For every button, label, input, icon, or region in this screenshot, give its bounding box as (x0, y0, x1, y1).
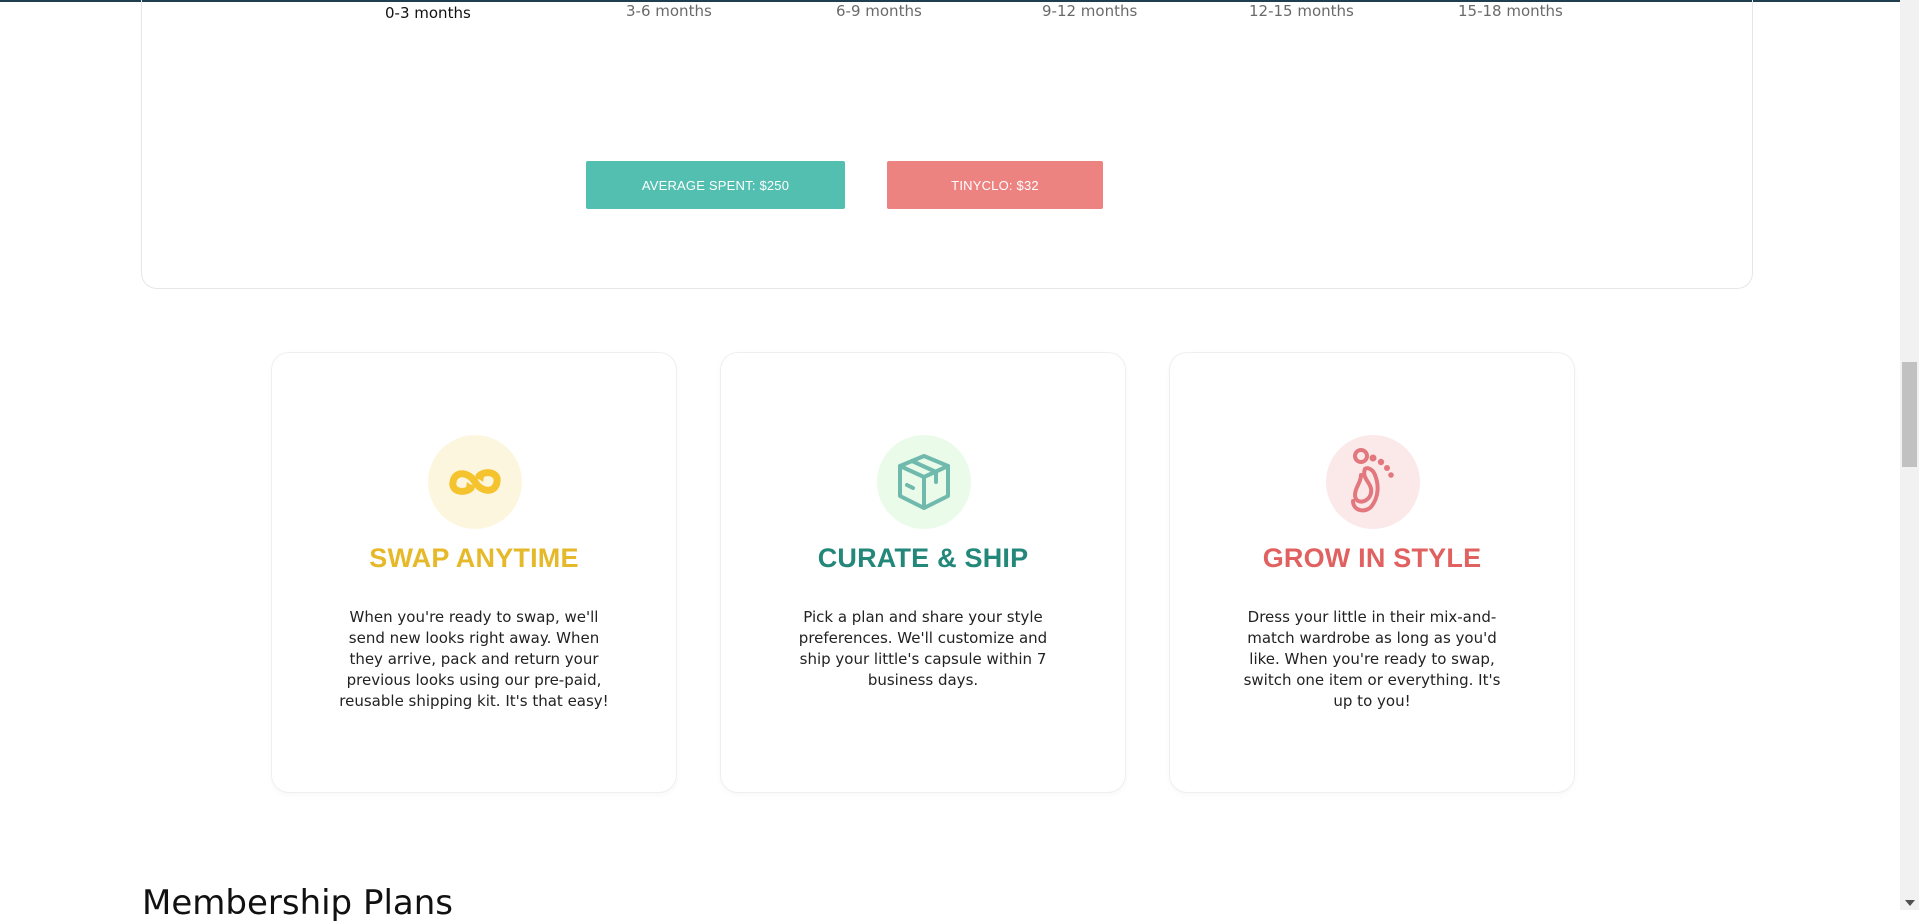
feature-card-grow: GROW IN STYLE Dress your little in their… (1169, 352, 1575, 793)
tinyclo-price-button[interactable]: TINYCLO: $32 (887, 161, 1103, 209)
average-spent-button[interactable]: AVERAGE SPENT: $250 (586, 161, 845, 209)
box-icon (898, 454, 950, 510)
age-option-0-3[interactable]: 0-3 months (385, 4, 471, 22)
swap-anytime-description: When you're ready to swap, we'll send ne… (339, 608, 609, 710)
age-option-15-18[interactable]: 15-18 months (1458, 2, 1563, 20)
feature-card-curate: CURATE & SHIP Pick a plan and share your… (720, 352, 1126, 793)
swap-anytime-title: SWAP ANYTIME (369, 543, 579, 573)
age-option-9-12[interactable]: 9-12 months (1042, 2, 1137, 20)
scroll-down-arrow-icon[interactable] (1905, 900, 1915, 906)
page-scrollbar[interactable] (1900, 0, 1919, 910)
box-icon-circle (877, 435, 971, 529)
curate-ship-description: Pick a plan and share your style prefere… (798, 608, 1048, 689)
feature-card-swap: SWAP ANYTIME When you're ready to swap, … (271, 352, 677, 793)
age-option-12-15[interactable]: 12-15 months (1249, 2, 1354, 20)
footprint-icon (1351, 448, 1394, 513)
swap-arrows-icon (449, 469, 501, 495)
age-range-panel: 0-3 months 3-6 months 6-9 months 9-12 mo… (141, 0, 1753, 289)
membership-plans-heading: Membership Plans (142, 883, 453, 923)
age-option-3-6[interactable]: 3-6 months (626, 2, 712, 20)
curate-ship-title: CURATE & SHIP (817, 543, 1029, 573)
footprint-icon-circle (1326, 435, 1420, 529)
scrollbar-thumb[interactable] (1902, 362, 1917, 467)
grow-in-style-title: GROW IN STYLE (1262, 543, 1482, 573)
swap-icon-circle (428, 435, 522, 529)
age-option-6-9[interactable]: 6-9 months (836, 2, 922, 20)
grow-in-style-description: Dress your little in their mix-and-match… (1243, 608, 1501, 710)
